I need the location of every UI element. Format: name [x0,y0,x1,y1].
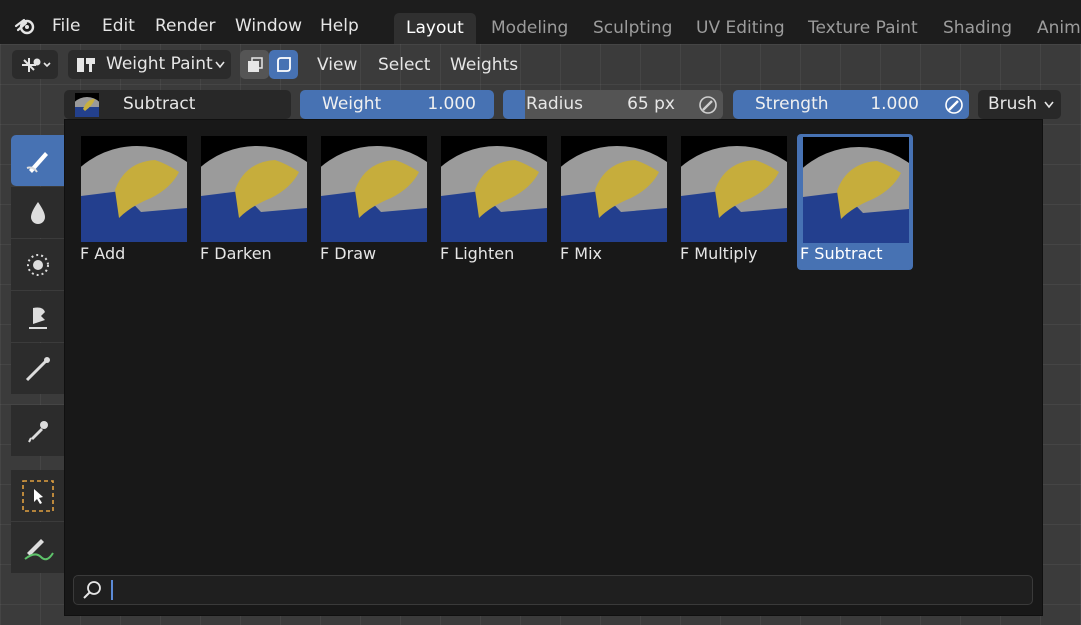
strength-value: 1.000 [870,94,919,114]
menu-file[interactable]: File [52,0,80,44]
radius-label: Radius [526,94,584,114]
xray-toggle[interactable] [240,50,269,79]
mode-label: Weight Paint [106,54,213,74]
tab-layout[interactable]: Layout [394,13,476,44]
vertex-selection-toggle[interactable] [269,50,298,79]
tool-annotate[interactable] [11,522,64,573]
editor-type-icon [22,58,51,72]
brush-thumbnail-icon [75,93,99,117]
brush-thumbnail [51,136,223,318]
tool-sample-weight[interactable] [11,405,64,456]
tool-average[interactable] [11,239,64,290]
brush-label: F Multiply [680,244,758,263]
radius-field[interactable]: Radius 65 px [503,90,723,119]
blender-logo-icon[interactable] [14,14,38,38]
brush-name: Subtract [123,94,196,114]
menu-select[interactable]: Select [378,44,430,86]
strength-field[interactable]: Strength 1.000 [733,90,969,119]
brush-thumbnail [773,137,945,319]
brush-popup: F Add F Darken F Draw F Lighten F Mix F … [51,119,1043,616]
brush-item[interactable]: F Multiply [651,134,823,318]
brush-selector[interactable]: Subtract [64,90,291,119]
smear-icon [28,307,47,329]
menu-help[interactable]: Help [320,0,359,44]
brush-item[interactable]: F Lighten [411,134,583,318]
mode-dropdown[interactable]: Weight Paint [68,50,231,79]
brush-label: F Lighten [440,244,515,263]
gradient-icon [25,356,50,381]
brush-thumbnail [411,136,583,318]
brush-menu-dropdown[interactable]: Brush [978,90,1061,119]
tool-select-box[interactable] [11,470,64,521]
brush-item[interactable]: F Darken [171,134,343,318]
text-caret [111,580,113,600]
blur-icon [30,201,45,224]
sample-weight-icon [27,420,48,442]
tool-draw[interactable] [11,135,64,186]
average-icon [26,253,49,276]
brush-label: F Draw [320,244,377,263]
brush-item[interactable]: F Add [51,134,223,318]
menu-window[interactable]: Window [235,0,302,44]
radius-value: 65 px [627,94,675,114]
menu-weights[interactable]: Weights [450,44,518,86]
draw-brush-icon [26,151,48,173]
brush-label: F Subtract [800,244,883,263]
brush-thumbnail [291,136,463,318]
brush-thumbnail [531,136,703,318]
tab-uv-editing[interactable]: UV Editing [684,13,797,44]
tab-texture-paint[interactable]: Texture Paint [796,13,930,44]
annotate-icon [23,538,54,560]
editor-type-dropdown[interactable] [12,50,58,79]
brush-item[interactable]: F Subtract [773,134,945,319]
weight-paint-mode-icon [77,58,95,72]
menu-view[interactable]: View [317,44,357,86]
search-icon [83,581,101,599]
tool-smear[interactable] [11,291,64,342]
brush-menu-label: Brush [988,94,1038,114]
weight-field[interactable]: Weight 1.000 [300,90,494,119]
weight-value: 1.000 [427,94,476,114]
pressure-radius-icon[interactable] [697,94,719,116]
weight-label: Weight [322,94,382,114]
overlay-face-icon [248,57,263,72]
search-field[interactable] [73,575,1033,605]
tab-modeling[interactable]: Modeling [479,13,580,44]
vertex-select-icon [277,57,291,72]
tool-blur[interactable] [11,187,64,238]
select-box-icon [21,479,54,512]
pressure-strength-icon[interactable] [943,94,965,116]
brush-thumbnail [171,136,343,318]
tab-sculpting[interactable]: Sculpting [581,13,684,44]
tool-gradient[interactable] [11,343,64,394]
menu-edit[interactable]: Edit [102,0,135,44]
chevron-down-icon [215,61,225,69]
tab-animation[interactable]: Anima [1025,13,1081,44]
chevron-down-icon [1044,101,1054,109]
brush-label: F Darken [200,244,272,263]
brush-label: F Add [80,244,126,263]
strength-label: Strength [755,94,829,114]
brush-item[interactable]: F Mix [531,134,703,318]
brush-item[interactable]: F Draw [291,134,463,318]
viewport-header: Weight Paint View Select Weights [0,44,1081,86]
tab-shading[interactable]: Shading [931,13,1024,44]
top-bar: File Edit Render Window Help Layout Mode… [0,0,1081,44]
brush-thumbnail [651,136,823,318]
brush-label: F Mix [560,244,603,263]
menu-render[interactable]: Render [155,0,216,44]
